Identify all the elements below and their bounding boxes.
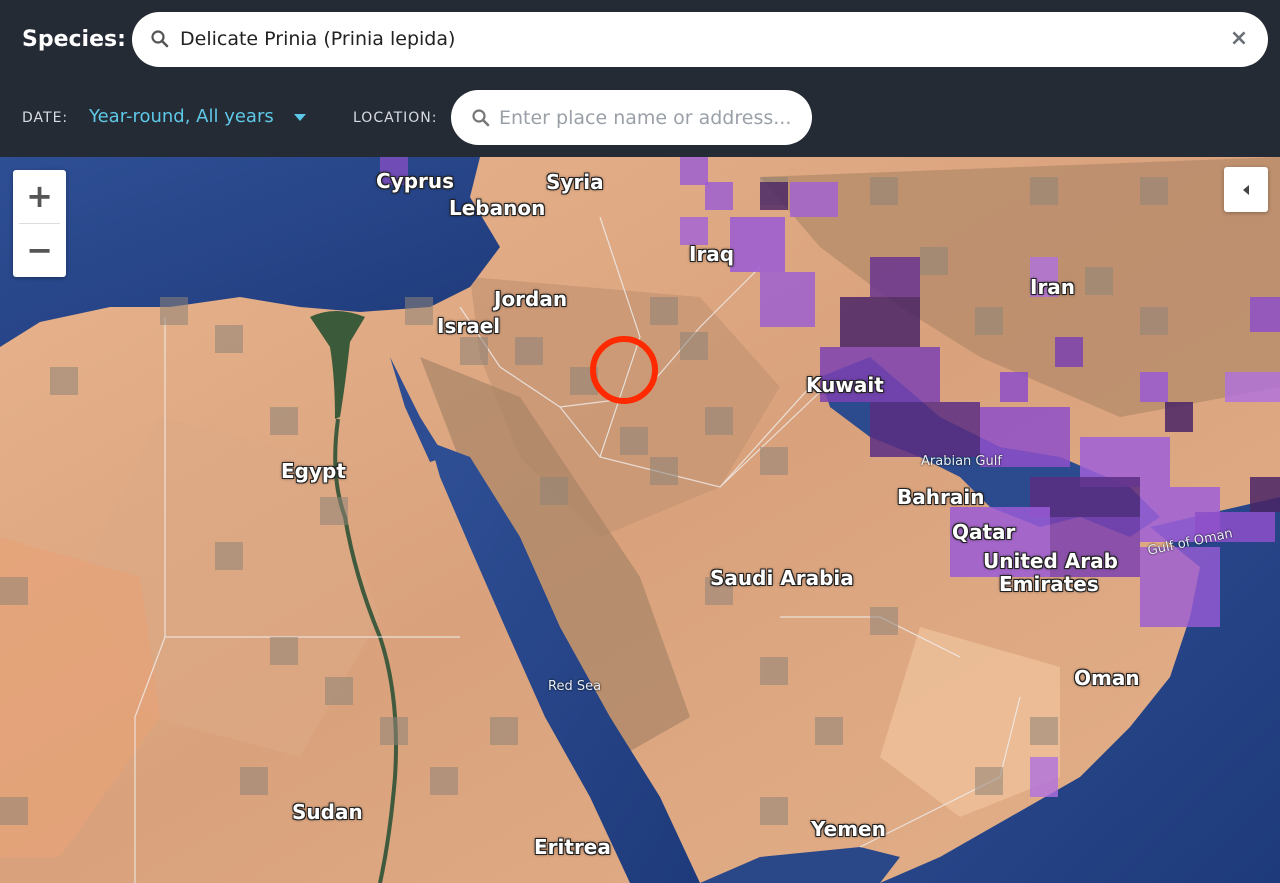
map-label-red-sea: Red Sea — [548, 679, 602, 694]
map-label-uae-line2: Emirates — [999, 572, 1099, 596]
species-label: Species: — [22, 27, 126, 52]
location-label: LOCATION: — [353, 110, 438, 126]
zoom-out-button[interactable]: − — [13, 224, 66, 277]
search-icon — [150, 29, 170, 54]
map-label-qatar: Qatar — [952, 520, 1016, 544]
panel-toggle-button[interactable] — [1224, 167, 1268, 212]
clear-species-icon[interactable]: × — [1228, 28, 1250, 50]
map-label-cyprus: Cyprus — [376, 169, 455, 193]
map-label-lebanon: Lebanon — [449, 196, 546, 220]
map-label-uae-line1: United Arab — [983, 549, 1118, 573]
caret-down-icon[interactable] — [294, 114, 306, 121]
location-search-icon — [471, 108, 491, 133]
map-label-sudan: Sudan — [292, 800, 363, 824]
species-search-box[interactable]: × — [132, 12, 1268, 67]
map-label-saudi-arabia: Saudi Arabia — [710, 566, 854, 590]
map-canvas — [0, 157, 1280, 883]
map-label-israel: Israel — [437, 314, 501, 338]
map-label-oman: Oman — [1074, 666, 1140, 690]
map-label-kuwait: Kuwait — [806, 373, 884, 397]
map-label-iraq: Iraq — [689, 242, 735, 266]
map-label-eritrea: Eritrea — [534, 835, 611, 859]
date-label: DATE: — [22, 110, 69, 126]
chevron-left-icon — [1243, 185, 1249, 195]
date-selector[interactable]: Year-round, All years — [89, 106, 274, 127]
map-label-arabian-gulf: Arabian Gulf — [921, 454, 1002, 469]
map-label-iran: Iran — [1030, 275, 1076, 299]
filter-header: Species: × DATE: Year-round, All years L… — [0, 0, 1280, 157]
map-label-syria: Syria — [546, 170, 604, 194]
map-label-bahrain: Bahrain — [897, 485, 985, 509]
location-search-box[interactable] — [451, 90, 812, 145]
species-input[interactable] — [180, 25, 1220, 53]
map-label-egypt: Egypt — [281, 459, 346, 483]
map-label-jordan: Jordan — [494, 287, 568, 311]
zoom-control: + − — [13, 170, 66, 277]
map-label-yemen: Yemen — [811, 817, 886, 841]
zoom-in-button[interactable]: + — [13, 170, 66, 223]
range-map[interactable]: + − Cyprus Syria Lebanon Iraq Iran Jorda… — [0, 157, 1280, 883]
location-input[interactable] — [499, 104, 804, 132]
